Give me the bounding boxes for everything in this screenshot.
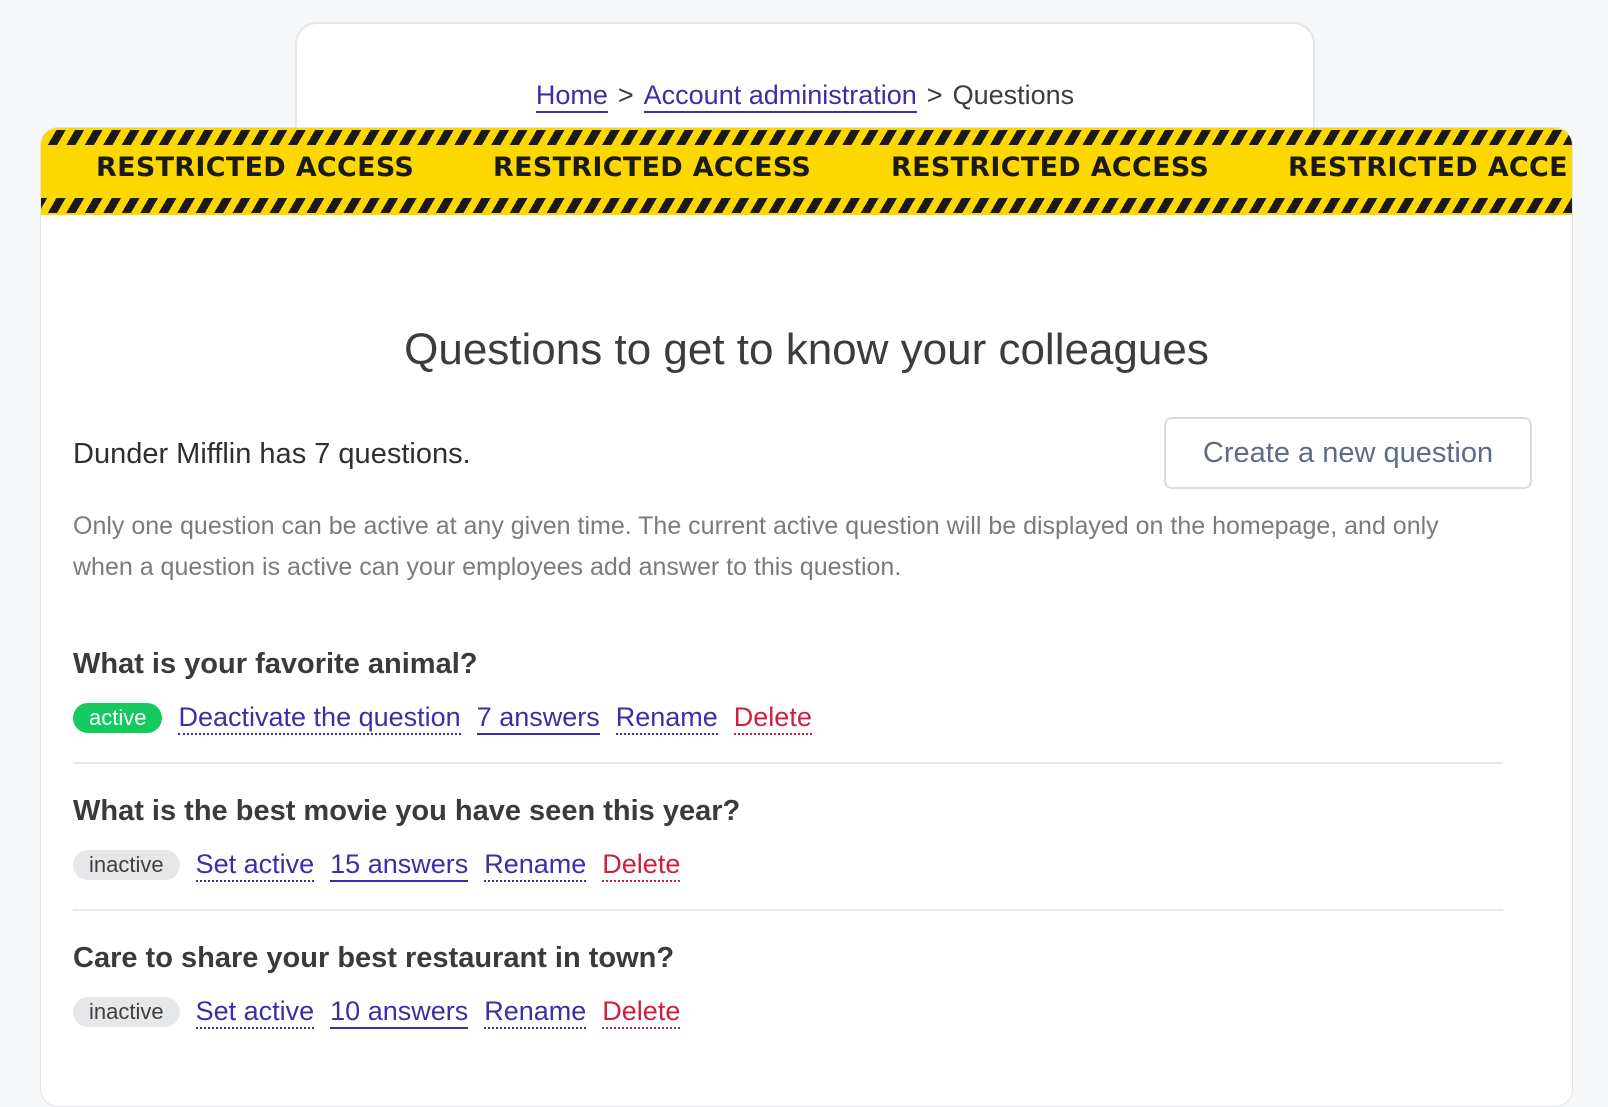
main-card: RESTRICTED ACCESS RESTRICTED ACCESS REST…: [40, 127, 1573, 1107]
page-title: Questions to get to know your colleagues: [404, 325, 1209, 374]
set-active-link[interactable]: Set active: [195, 848, 315, 882]
rename-link[interactable]: Rename: [484, 848, 587, 882]
question-divider: [73, 762, 1503, 764]
breadcrumb-current: Questions: [952, 80, 1075, 110]
answers-link[interactable]: 10 answers: [330, 995, 469, 1029]
breadcrumb: Home > Account administration > Questions: [297, 80, 1313, 113]
answers-link[interactable]: 15 answers: [330, 848, 469, 882]
question-item: What is the best movie you have seen thi…: [73, 795, 1503, 882]
rename-link[interactable]: Rename: [615, 701, 718, 735]
info-text: Only one question can be active at any g…: [73, 512, 1439, 581]
restricted-access-label: RESTRICTED ACCESS: [493, 152, 812, 183]
restricted-access-banner: RESTRICTED ACCESS RESTRICTED ACCESS REST…: [41, 128, 1572, 215]
breadcrumb-account-admin-link[interactable]: Account administration: [643, 80, 917, 113]
restricted-access-label: RESTRICTED ACCESS: [96, 152, 415, 183]
status-badge: active: [73, 703, 163, 733]
question-actions: inactive Set active 10 answers Rename De…: [73, 995, 1503, 1029]
delete-link[interactable]: Delete: [602, 848, 681, 882]
question-count-text: Dunder Mifflin has 7 questions.: [73, 438, 471, 470]
delete-link[interactable]: Delete: [733, 701, 812, 735]
question-title: Care to share your best restaurant in to…: [73, 942, 675, 974]
question-title: What is your favorite animal?: [73, 648, 478, 680]
status-badge: inactive: [73, 997, 180, 1027]
question-title: What is the best movie you have seen thi…: [73, 795, 741, 827]
breadcrumb-separator: >: [617, 80, 634, 110]
create-question-button[interactable]: Create a new question: [1164, 417, 1532, 489]
deactivate-question-link[interactable]: Deactivate the question: [178, 701, 461, 735]
question-item: What is your favorite animal? active Dea…: [73, 648, 1503, 735]
restricted-access-label: RESTRICTED ACCESS: [891, 152, 1210, 183]
question-actions: active Deactivate the question 7 answers…: [73, 701, 1503, 735]
restricted-access-label: RESTRICTED ACCE: [1288, 152, 1568, 183]
hazard-stripes-top: [41, 130, 1572, 145]
status-badge: inactive: [73, 850, 180, 880]
hazard-stripes-bottom: [41, 198, 1572, 213]
question-actions: inactive Set active 15 answers Rename De…: [73, 848, 1503, 882]
answers-link[interactable]: 7 answers: [476, 701, 600, 735]
rename-link[interactable]: Rename: [484, 995, 587, 1029]
set-active-link[interactable]: Set active: [195, 995, 315, 1029]
breadcrumb-home-link[interactable]: Home: [535, 80, 608, 113]
question-item: Care to share your best restaurant in to…: [73, 942, 1503, 1029]
delete-link[interactable]: Delete: [602, 995, 681, 1029]
breadcrumb-separator: >: [926, 80, 943, 110]
question-divider: [73, 909, 1503, 911]
